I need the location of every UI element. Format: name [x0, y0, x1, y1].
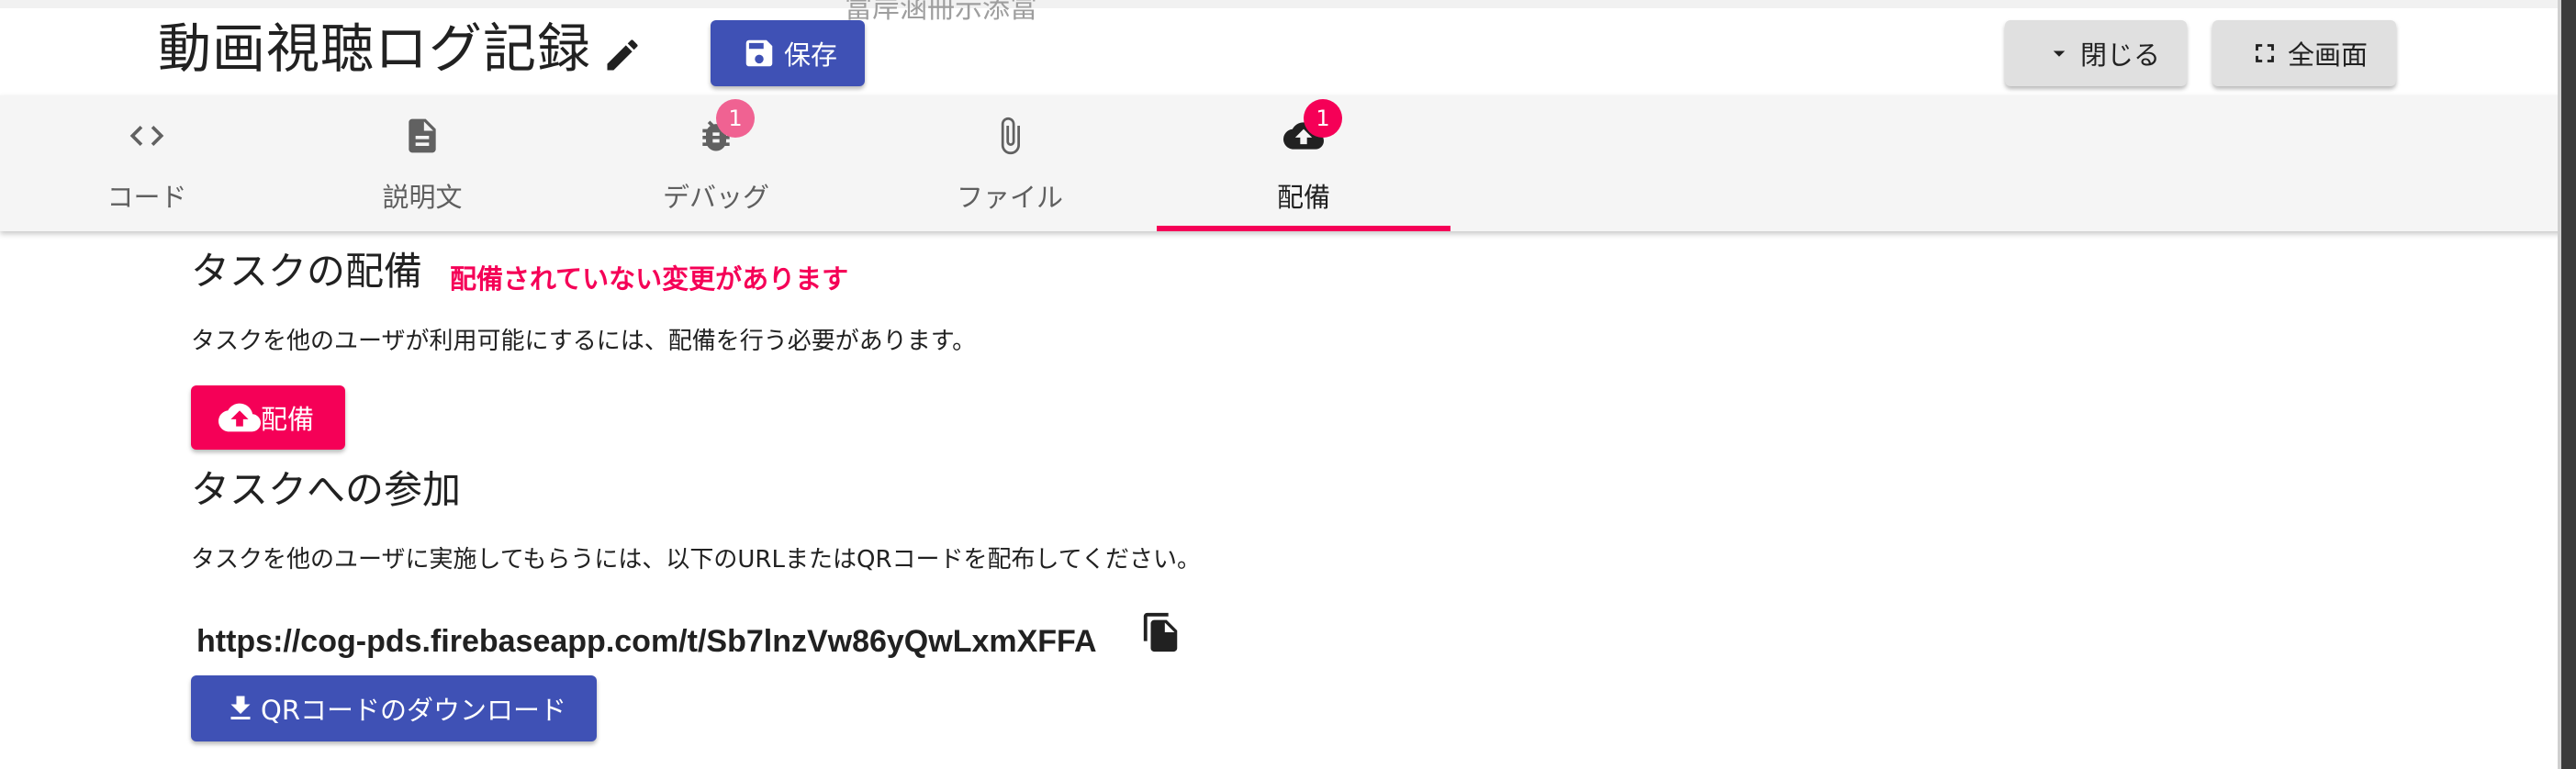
- fullscreen-button-label: 全画面: [2288, 39, 2369, 71]
- participation-heading: タスクへの参加: [191, 467, 462, 512]
- deploy-badge: 1: [1304, 99, 1342, 138]
- tab-description-label: 説明文: [382, 182, 463, 213]
- clipped-header-text: 富岸涵冊示添冨: [845, 0, 1037, 25]
- fullscreen-icon: [2256, 44, 2274, 62]
- window-edge: [2561, 0, 2576, 769]
- close-button[interactable]: 閉じる: [2005, 20, 2187, 86]
- active-tab-indicator: [1157, 226, 1450, 231]
- close-button-label: 閉じる: [2080, 39, 2161, 71]
- tab-debug-label: デバッグ: [662, 182, 769, 213]
- task-url[interactable]: https://cog-pds.firebaseapp.com/t/Sb7lnz…: [196, 624, 1097, 660]
- caret-down-icon: [2053, 50, 2066, 57]
- copy-icon[interactable]: [1140, 611, 1182, 653]
- cloud-upload-icon: [218, 403, 261, 432]
- save-icon: [745, 39, 773, 67]
- download-icon: [230, 696, 251, 719]
- edit-pencil-icon[interactable]: [602, 35, 643, 75]
- tab-code[interactable]: コード: [0, 95, 294, 231]
- tab-deploy-label: 配備: [1276, 182, 1330, 213]
- tab-files-label: ファイル: [956, 182, 1063, 213]
- fullscreen-button[interactable]: 全画面: [2212, 20, 2396, 86]
- undeployed-changes-warning: 配備されていない変更があります: [450, 263, 849, 295]
- page-title: 動画視聴ログ記録: [158, 17, 592, 80]
- app-bar: 富岸涵冊示添冨 動画視聴ログ記録 保存 閉じる 全画面: [0, 0, 2576, 95]
- tab-files[interactable]: ファイル: [863, 95, 1157, 231]
- save-button-label: 保存: [784, 39, 838, 71]
- tab-debug[interactable]: 1 デバッグ: [569, 95, 863, 231]
- attachment-icon: [1001, 117, 1020, 155]
- download-qr-button-label: QRコードのダウンロード: [261, 695, 566, 726]
- tab-bar: コード 説明文 1 デバッグ ファイル 1 配備: [0, 95, 2576, 231]
- save-button[interactable]: 保存: [711, 20, 865, 86]
- debug-badge: 1: [716, 99, 755, 138]
- tab-deploy[interactable]: 1 配備: [1157, 95, 1450, 231]
- code-icon: [129, 126, 164, 146]
- deploy-description: タスクを他のユーザが利用可能にするには、配備を行う必要があります。: [191, 328, 977, 355]
- deploy-heading: タスクの配備: [191, 249, 423, 294]
- description-icon: [409, 118, 436, 153]
- tab-description[interactable]: 説明文: [275, 95, 569, 231]
- deploy-button[interactable]: 配備: [191, 385, 345, 450]
- download-qr-button[interactable]: QRコードのダウンロード: [191, 675, 597, 741]
- topbar-shade: [0, 0, 2576, 8]
- deploy-button-label: 配備: [261, 404, 315, 435]
- tab-code-label: コード: [106, 182, 187, 213]
- participation-description: タスクを他のユーザに実施してもらうには、以下のURLまたはQRコードを配布してく…: [191, 546, 1201, 574]
